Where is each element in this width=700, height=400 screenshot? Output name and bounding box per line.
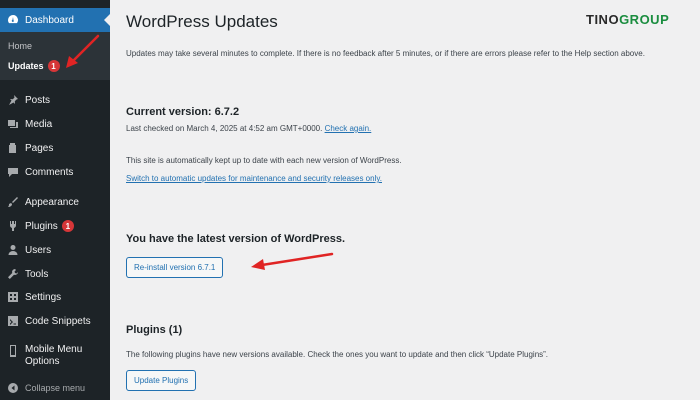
sidebar-item-label: Dashboard [25, 14, 74, 26]
switch-auto-updates-link[interactable]: Switch to automatic updates for maintena… [126, 174, 382, 183]
mobile-icon [7, 345, 19, 357]
wrench-icon [7, 268, 19, 280]
submenu-item-label: Updates [8, 61, 44, 71]
code-icon [7, 315, 19, 327]
sidebar-item-users[interactable]: Users [0, 238, 110, 262]
main-content: WordPress Updates TINOGROUP Updates may … [110, 0, 700, 400]
sidebar-item-label: Settings [25, 291, 62, 303]
settings-icon [7, 291, 19, 303]
sidebar-item-label: Tools [25, 268, 49, 280]
collapse-label: Collapse menu [25, 383, 86, 393]
sidebar-item-label: Mobile Menu Options [25, 344, 83, 367]
dashboard-icon [7, 14, 19, 26]
submenu-item-home[interactable]: Home [8, 41, 32, 51]
submenu-item-updates[interactable]: Updates 1 [8, 60, 60, 72]
pushpin-icon [7, 94, 19, 106]
sidebar-item-media[interactable]: Media [0, 112, 110, 136]
reinstall-button[interactable]: Re-install version 6.7.1 [126, 257, 224, 278]
updates-count-badge: 1 [47, 60, 60, 72]
sidebar-item-label: Pages [25, 142, 54, 154]
page-title: WordPress Updates [126, 12, 278, 31]
sidebar-item-code-snippets[interactable]: Code Snippets [0, 309, 110, 333]
plugin-icon [7, 220, 19, 232]
sidebar-item-label: Plugins [25, 220, 58, 232]
sidebar-item-settings[interactable]: Settings [0, 285, 110, 309]
media-icon [7, 118, 19, 130]
collapse-menu-button[interactable]: Collapse menu [0, 376, 110, 400]
sidebar-item-dashboard[interactable]: Dashboard [0, 8, 110, 32]
sidebar-item-label: Code Snippets [25, 315, 91, 327]
paintbrush-icon [7, 196, 19, 208]
sidebar-item-label: Appearance [25, 196, 79, 208]
sidebar-item-label: Comments [25, 166, 74, 178]
brand-logo: TINOGROUP [586, 12, 670, 27]
sidebar-item-mobile-menu-options[interactable]: Mobile Menu Options [0, 344, 110, 374]
plugins-heading: Plugins (1) [126, 324, 183, 336]
plugins-text: The following plugins have new versions … [126, 350, 549, 359]
plugins-count-badge: 1 [61, 220, 74, 232]
last-checked-text: Last checked on March 4, 2025 at 4:52 am… [126, 124, 372, 133]
comment-icon [7, 166, 19, 178]
sidebar-item-plugins[interactable]: Plugins 1 [0, 214, 110, 238]
sidebar-item-comments[interactable]: Comments [0, 160, 110, 184]
check-again-link[interactable]: Check again. [325, 124, 372, 133]
user-icon [7, 244, 19, 256]
collapse-icon [7, 382, 19, 394]
latest-version-heading: You have the latest version of WordPress… [126, 233, 346, 245]
admin-sidebar: Dashboard Home Updates 1 Posts Media Pag… [0, 0, 110, 400]
update-notice: Updates may take several minutes to comp… [126, 49, 645, 58]
current-version-heading: Current version: 6.7.2 [126, 106, 240, 118]
sidebar-item-label: Media [25, 118, 53, 130]
sidebar-item-label: Posts [25, 94, 51, 106]
sidebar-item-posts[interactable]: Posts [0, 88, 110, 112]
auto-update-text: This site is automatically kept up to da… [126, 156, 402, 165]
update-plugins-button[interactable]: Update Plugins [126, 370, 197, 391]
dashboard-submenu: Home Updates 1 [0, 32, 110, 80]
sidebar-item-appearance[interactable]: Appearance [0, 190, 110, 214]
sidebar-item-pages[interactable]: Pages [0, 136, 110, 160]
pages-icon [7, 142, 19, 154]
sidebar-item-label: Users [25, 244, 52, 256]
sidebar-item-tools[interactable]: Tools [0, 262, 110, 286]
